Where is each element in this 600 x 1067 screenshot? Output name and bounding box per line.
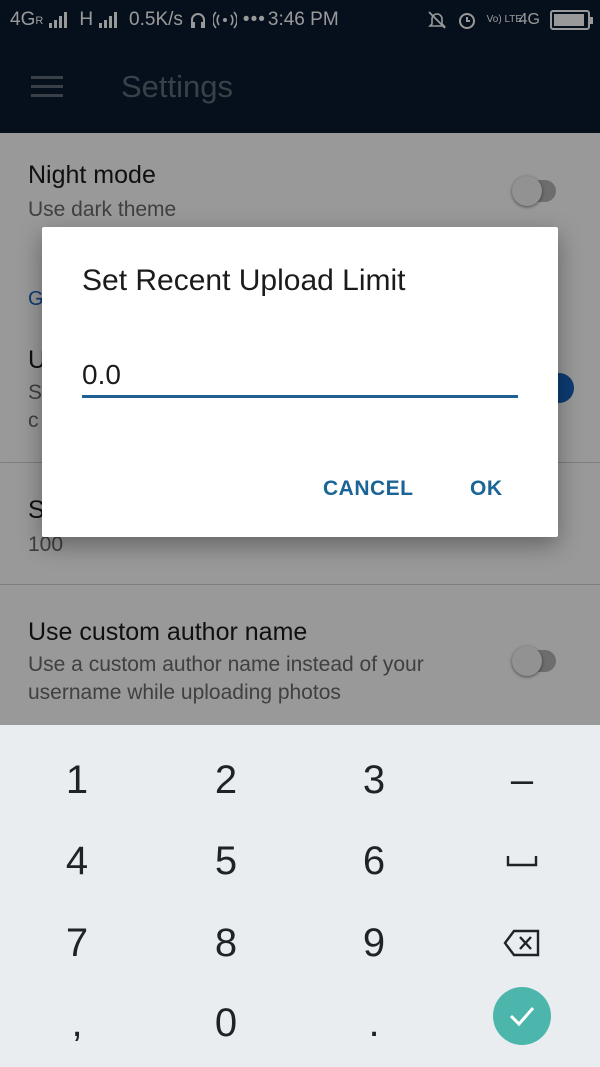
key-minus[interactable]: – xyxy=(472,745,572,815)
backspace-key[interactable] xyxy=(472,908,572,978)
numeric-keyboard: 1 2 3 – 4 5 6 7 8 9 , 0 . xyxy=(0,725,600,1067)
key-9[interactable]: 9 xyxy=(324,908,424,978)
key-6[interactable]: 6 xyxy=(324,826,424,896)
ok-button[interactable]: OK xyxy=(470,477,503,501)
space-icon xyxy=(506,856,538,867)
key-4[interactable]: 4 xyxy=(27,826,127,896)
key-0[interactable]: 0 xyxy=(176,988,276,1058)
key-7[interactable]: 7 xyxy=(27,908,127,978)
dialog-title: Set Recent Upload Limit xyxy=(82,264,406,297)
key-3[interactable]: 3 xyxy=(324,745,424,815)
key-1[interactable]: 1 xyxy=(27,745,127,815)
backspace-icon xyxy=(503,929,540,957)
space-key[interactable] xyxy=(472,826,572,896)
key-period[interactable]: . xyxy=(324,988,424,1058)
key-8[interactable]: 8 xyxy=(176,908,276,978)
key-5[interactable]: 5 xyxy=(176,826,276,896)
upload-limit-dialog: Set Recent Upload Limit CANCEL OK xyxy=(42,227,558,537)
cancel-button[interactable]: CANCEL xyxy=(323,477,414,501)
key-2[interactable]: 2 xyxy=(176,745,276,815)
done-check-icon xyxy=(509,1007,535,1027)
upload-limit-input[interactable] xyxy=(82,354,518,398)
done-button[interactable] xyxy=(493,987,551,1045)
key-comma[interactable]: , xyxy=(27,988,127,1058)
